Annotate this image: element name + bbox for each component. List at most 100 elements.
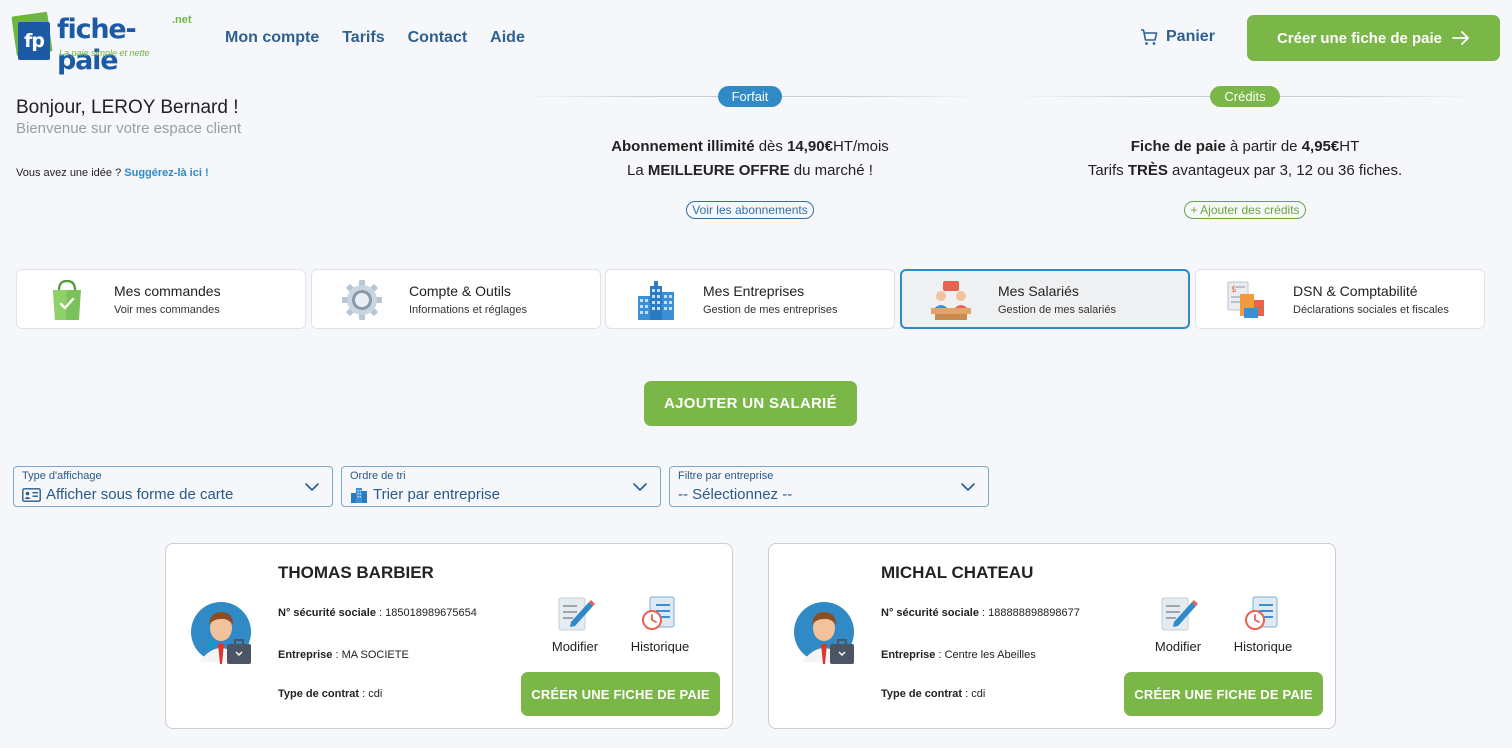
history-label: Historique xyxy=(1233,639,1293,654)
employee-ssn: N° sécurité sociale : 188888898898677 xyxy=(881,607,1080,619)
employee-contract: Type de contrat : cdi xyxy=(881,688,986,700)
tile-mes-commandes[interactable]: Mes commandes Voir mes commandes xyxy=(16,269,306,329)
offer-credits-line2: Tarifs TRÈS avantageux par 3, 12 ou 36 f… xyxy=(1015,159,1475,183)
sort-order-select[interactable]: Ordre de tri Trier par entreprise xyxy=(341,466,661,507)
employee-contract-label: Type de contrat xyxy=(278,688,360,700)
offer-forfait-line1: Abonnement illimité dès 14,90€HT/mois xyxy=(520,135,980,159)
history-icon xyxy=(642,596,675,630)
history-button[interactable]: Historique xyxy=(1228,594,1298,654)
view-subscriptions-link[interactable]: Voir les abonnements xyxy=(686,201,814,219)
arrow-right-icon xyxy=(1452,31,1469,45)
logo-tagline: La paie simple et nette xyxy=(59,48,150,58)
cart-link[interactable]: Panier xyxy=(1140,28,1215,46)
tile-mes-salaries-subtitle: Gestion de mes salariés xyxy=(998,304,1116,316)
employee-company: Entreprise : MA SOCIETE xyxy=(278,649,409,661)
add-credits-link[interactable]: + Ajouter des crédits xyxy=(1184,201,1306,219)
idea-line: Vous avez une idée ? Suggérez-là ici ! xyxy=(16,167,209,179)
offer-credits-mid: à partir de xyxy=(1225,138,1302,155)
tile-dsn-comptabilite-subtitle: Déclarations sociales et fiscales xyxy=(1293,304,1449,316)
svg-text:$: $ xyxy=(1231,285,1237,295)
buildings-icon xyxy=(638,281,674,320)
edit-icon xyxy=(558,597,595,631)
sort-order-label: Ordre de tri xyxy=(350,470,406,482)
offer-credits-line1: Fiche de paie à partir de 4,95€HT xyxy=(1015,135,1475,159)
offer-forfait-price: 14,90€ xyxy=(787,138,833,155)
logo-badge: fp xyxy=(10,11,53,60)
greeting-subtitle: Bienvenue sur votre espace client xyxy=(16,120,242,137)
logo-net: .net xyxy=(172,14,192,26)
offer-credits-l2-start: Tarifs xyxy=(1087,162,1128,179)
suggest-link[interactable]: Suggérez-là ici ! xyxy=(124,167,208,179)
employee-company-label: Entreprise xyxy=(881,649,936,661)
tile-mes-salaries-title: Mes Salariés xyxy=(998,283,1079,299)
create-payslip-header-button[interactable]: Créer une fiche de paie xyxy=(1247,15,1500,61)
tile-mes-commandes-title: Mes commandes xyxy=(114,283,221,299)
gear-icon xyxy=(342,280,382,320)
nav-aide[interactable]: Aide xyxy=(490,29,525,47)
shopping-bag-icon xyxy=(53,279,81,320)
employee-contract-value: cdi xyxy=(368,688,383,700)
forfait-pill: Forfait xyxy=(717,86,783,107)
credits-pill: Crédits xyxy=(1210,86,1280,107)
display-type-select[interactable]: Type d'affichage Afficher sous forme de … xyxy=(13,466,333,507)
chevron-down-icon xyxy=(961,483,975,491)
employee-ssn-value: 188888898898677 xyxy=(988,607,1080,619)
edit-employee-button[interactable]: Modifier xyxy=(540,594,610,654)
tile-dsn-comptabilite[interactable]: $ DSN & Comptabilité Déclarations social… xyxy=(1195,269,1485,329)
id-card-icon xyxy=(22,487,41,502)
nav-contact[interactable]: Contact xyxy=(408,29,468,47)
create-payslip-button[interactable]: CRÉER UNE FICHE DE PAIE xyxy=(1124,672,1323,716)
employee-name: MICHAL CHATEAU xyxy=(881,563,1034,582)
accounting-icon: $ xyxy=(1227,281,1264,318)
employees-icon xyxy=(931,281,971,320)
employee-ssn: N° sécurité sociale : 185018989675654 xyxy=(278,607,477,619)
building-icon xyxy=(351,487,367,503)
history-label: Historique xyxy=(630,639,690,654)
cart-label: Panier xyxy=(1166,28,1215,45)
chevron-down-icon xyxy=(305,483,319,491)
employee-card: THOMAS BARBIER N° sécurité sociale : 185… xyxy=(165,543,733,729)
offer-forfait-l2-bold: MEILLEURE OFFRE xyxy=(647,162,790,179)
employee-contract-value: cdi xyxy=(971,688,986,700)
tile-compte-outils-title: Compte & Outils xyxy=(409,283,511,299)
employee-name: THOMAS BARBIER xyxy=(278,563,434,582)
edit-icon xyxy=(1161,597,1198,631)
employee-avatar xyxy=(794,602,854,664)
offer-forfait-l2-end: du marché ! xyxy=(789,162,873,179)
create-payslip-button[interactable]: CRÉER UNE FICHE DE PAIE xyxy=(521,672,720,716)
greeting-title: Bonjour, LEROY Bernard ! xyxy=(16,97,239,118)
tile-mes-commandes-subtitle: Voir mes commandes xyxy=(114,304,220,316)
offer-forfait-line2: La MEILLEURE OFFRE du marché ! xyxy=(520,159,980,183)
tile-compte-outils[interactable]: Compte & Outils Informations et réglages xyxy=(311,269,601,329)
nav-tarifs[interactable]: Tarifs xyxy=(342,29,384,47)
offer-forfait-bold: Abonnement illimité xyxy=(611,138,755,155)
employee-ssn-label: N° sécurité sociale xyxy=(881,607,979,619)
nav-mon-compte[interactable]: Mon compte xyxy=(225,29,319,47)
employee-contract-label: Type de contrat xyxy=(881,688,963,700)
employee-ssn-value: 185018989675654 xyxy=(385,607,477,619)
add-employee-button[interactable]: AJOUTER UN SALARIÉ xyxy=(644,381,857,426)
edit-label: Modifier xyxy=(1154,639,1202,654)
tile-compte-outils-subtitle: Informations et réglages xyxy=(409,304,528,316)
edit-employee-button[interactable]: Modifier xyxy=(1143,594,1213,654)
employee-contract: Type de contrat : cdi xyxy=(278,688,383,700)
logo-name: fiche-paie xyxy=(57,14,137,76)
tile-mes-entreprises-subtitle: Gestion de mes entreprises xyxy=(703,304,838,316)
edit-label: Modifier xyxy=(551,639,599,654)
offer-credits-price: 4,95€ xyxy=(1301,138,1340,155)
employee-ssn-label: N° sécurité sociale xyxy=(278,607,376,619)
cart-icon xyxy=(1141,28,1158,45)
tile-mes-entreprises[interactable]: Mes Entreprises Gestion de mes entrepris… xyxy=(605,269,895,329)
company-filter-label: Filtre par entreprise xyxy=(678,470,774,482)
offer-forfait-l2-start: La xyxy=(627,162,648,179)
tile-dsn-comptabilite-title: DSN & Comptabilité xyxy=(1293,283,1418,299)
offer-credits-l2-end: avantageux par 3, 12 ou 36 fiches. xyxy=(1167,162,1403,179)
create-payslip-header-label: Créer une fiche de paie xyxy=(1276,29,1443,47)
employee-avatar xyxy=(191,602,251,664)
site-logo[interactable]: fp fiche-paie .net La paie simple et net… xyxy=(10,11,192,76)
offer-forfait-unit: HT/mois xyxy=(832,138,889,155)
header: fp fiche-paie .net La paie simple et net… xyxy=(0,0,1512,78)
company-filter-select[interactable]: Filtre par entreprise -- Sélectionnez -- xyxy=(669,466,989,507)
tile-mes-salaries[interactable]: Mes Salariés Gestion de mes salariés xyxy=(900,269,1190,329)
history-button[interactable]: Historique xyxy=(625,594,695,654)
